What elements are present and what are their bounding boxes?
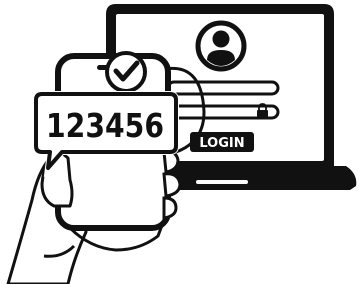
check-circle-icon — [105, 51, 147, 93]
finger-3 — [162, 196, 178, 220]
laptop-trackpad — [196, 180, 248, 184]
login-button-label: LOGIN — [199, 136, 244, 151]
username-field[interactable] — [166, 80, 280, 96]
otp-code: 123456 — [46, 106, 164, 145]
finger-2 — [162, 172, 182, 198]
two-factor-authentication-illustration: LOGIN 123456 — [6, 4, 357, 284]
